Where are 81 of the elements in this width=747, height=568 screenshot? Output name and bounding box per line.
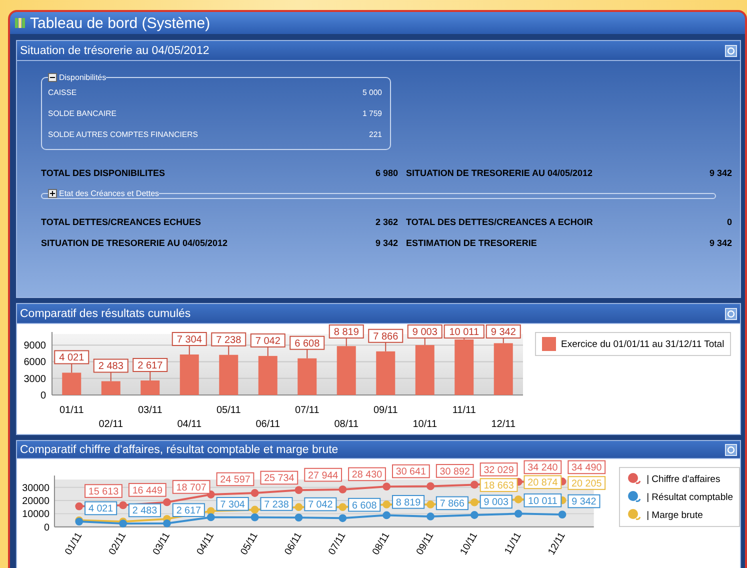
axis-label: 02/11 [98, 419, 124, 430]
legend-label: | Résultat comptable [646, 492, 733, 502]
data-label: 18 663 [480, 478, 518, 492]
data-label: 6 608 [290, 336, 325, 350]
total-label: TOTAL DES DISPONIBILITES [41, 168, 166, 178]
total-value: 9 342 [708, 238, 732, 248]
data-label: 6 608 [348, 498, 381, 512]
data-label: 30 892 [436, 464, 474, 478]
total-label: ESTIMATION DE TRESORERIE [406, 238, 538, 248]
axis-label: 09/11 [373, 405, 398, 416]
data-label: 24 597 [216, 472, 254, 486]
axis-label: 11/11 [452, 405, 476, 416]
axis-label: 07/11 [294, 405, 320, 416]
data-label: 8 819 [392, 495, 425, 509]
data-label: 10 011 [524, 493, 562, 508]
legend-label: | Marge brute [646, 510, 703, 520]
total-label: SITUATION DE TRESORERIE AU 04/05/2012 [41, 238, 229, 248]
legend-label: | Chiffre d'affaires [646, 474, 720, 484]
data-label: 30 641 [392, 464, 430, 478]
data-label: 9 342 [486, 324, 521, 338]
data-label: 15 613 [84, 484, 122, 498]
total-label: TOTAL DES DETTES/CREANCES A ECHOIR [406, 216, 594, 226]
data-label: 25 734 [260, 470, 298, 485]
data-label: 2 483 [93, 358, 128, 373]
tick-label: 0 [40, 390, 46, 402]
window-title: Tableau de bord (Système) [30, 14, 210, 32]
group-label: Disponibilités [59, 73, 106, 82]
data-label: 7 238 [211, 332, 246, 346]
group-label: Etat des Créances et Dettes [59, 189, 160, 198]
tick-label: 6000 [24, 357, 46, 368]
data-label: 4 021 [54, 350, 90, 364]
data-label: 18 707 [172, 480, 210, 494]
axis-label: 12/11 [491, 419, 516, 430]
axis-label: 05/11 [216, 405, 241, 416]
panel-title: Situation de trésorerie au 04/05/2012 [20, 44, 210, 56]
data-label: 34 240 [524, 460, 562, 474]
data-label: 4 021 [84, 501, 118, 516]
axis-label: 06/11 [256, 419, 280, 430]
tick-label: 20000 [22, 496, 50, 507]
data-label: 7 866 [436, 496, 468, 510]
total-label: TOTAL DETTES/CREANCES ECHUES [41, 216, 202, 226]
panel-title: Comparatif des résultats cumulés [20, 308, 191, 320]
tick-label: 9000 [24, 340, 46, 352]
data-label: 10 011 [444, 324, 484, 338]
data-label: 20 874 [524, 475, 562, 490]
data-label: 34 490 [568, 460, 606, 474]
total-value: 9 342 [708, 168, 732, 178]
data-label: 28 430 [348, 467, 386, 482]
data-label: 8 819 [328, 324, 364, 338]
data-label: 7 304 [172, 332, 207, 346]
data-label: 7 238 [260, 497, 293, 511]
total-value: 9 342 [374, 238, 398, 248]
total-value: 0 [726, 216, 732, 226]
axis-label: 10/11 [412, 419, 438, 430]
data-label: 27 944 [304, 468, 342, 482]
tick-label: 10000 [22, 509, 50, 520]
data-label: 7 304 [216, 497, 249, 511]
tick-label: 30000 [22, 482, 50, 494]
data-label: 9 003 [480, 494, 512, 509]
axis-label: 08/11 [334, 419, 359, 430]
axis-label: 01/11 [59, 405, 84, 416]
data-label: 2 617 [172, 503, 205, 517]
tick-label: 3000 [24, 374, 46, 385]
data-label: 7 866 [368, 328, 404, 343]
legend-label: Exercice du 01/01/11 au 31/12/11 Total [561, 338, 724, 350]
data-label: 7 042 [250, 333, 286, 348]
data-label: 2 483 [128, 503, 161, 518]
axis-label: 04/11 [177, 419, 202, 430]
total-label: SITUATION DE TRESORERIE AU 04/05/2012 [406, 168, 594, 178]
data-label: 16 449 [128, 483, 166, 497]
data-label: 9 003 [407, 324, 442, 338]
data-label: 9 342 [568, 494, 600, 508]
data-label: 20 205 [568, 476, 606, 490]
panel-title: Comparatif chiffre d'affaires, résultat comptable et marge brute [20, 444, 338, 456]
data-label: 2 617 [132, 358, 168, 372]
tick-label: 0 [44, 522, 50, 534]
data-label: 7 042 [304, 497, 337, 512]
axis-label: 03/11 [138, 405, 162, 416]
data-label: 32 029 [480, 462, 518, 476]
total-value: 2 362 [374, 216, 398, 226]
total-value: 6 980 [374, 168, 398, 178]
